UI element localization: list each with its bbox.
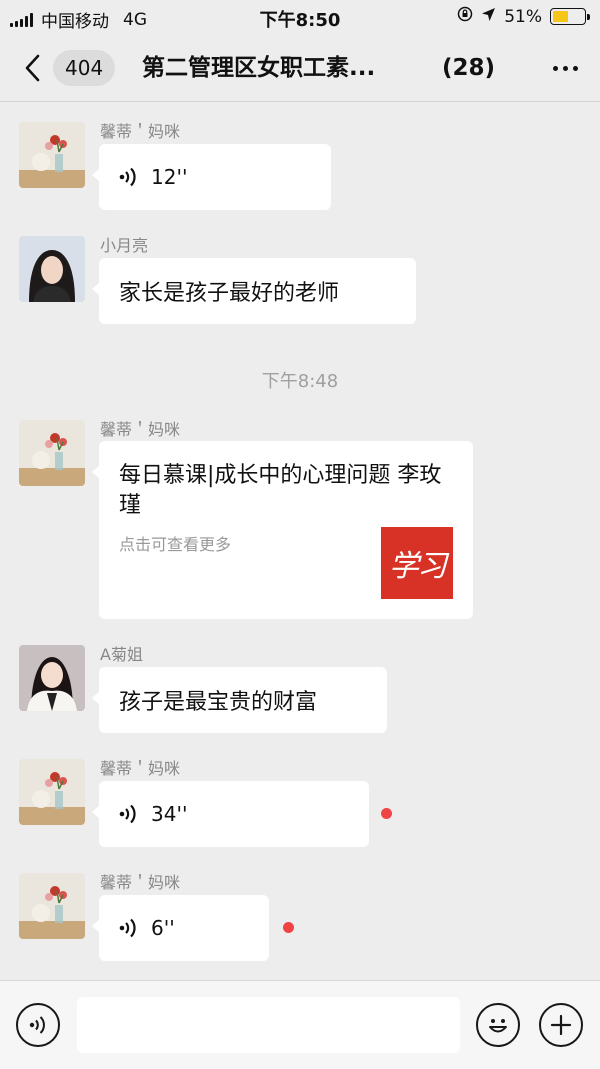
emoji-button[interactable]	[476, 1003, 520, 1047]
sender-name: 馨蒂＇妈咪	[100, 122, 181, 141]
voice-icon	[29, 1016, 45, 1034]
voice-message-bubble[interactable]: 34''	[92, 781, 369, 847]
voice-input-button[interactable]	[16, 1003, 60, 1047]
avatar[interactable]	[19, 759, 85, 825]
orientation-lock-icon	[457, 6, 473, 27]
text-message-bubble[interactable]: 孩子是最宝贵的财富	[92, 667, 387, 733]
unread-count-badge[interactable]: 404	[53, 50, 116, 86]
more-functions-button[interactable]	[539, 1003, 583, 1047]
more-options-button[interactable]	[553, 66, 578, 71]
link-card-title: 每日慕课|成长中的心理问题 李玫瑾	[119, 463, 442, 518]
battery-icon	[550, 8, 590, 25]
chevron-left-icon	[25, 54, 40, 82]
text-message-bubble[interactable]: 家长是孩子最好的老师	[92, 258, 416, 324]
chat-title: 第二管理区女职工素...	[142, 55, 376, 81]
avatar[interactable]	[19, 122, 85, 188]
voice-wave-icon	[119, 803, 139, 825]
avatar[interactable]	[19, 236, 85, 302]
member-count: (28)	[442, 55, 496, 81]
more-icon	[553, 66, 558, 71]
battery-percent: 51%	[504, 6, 542, 27]
time-divider: 下午8:48	[261, 371, 339, 392]
voice-wave-icon	[119, 166, 139, 188]
voice-duration: 6''	[151, 916, 175, 940]
plus-icon	[550, 1014, 572, 1036]
voice-duration: 34''	[151, 802, 188, 826]
unread-dot	[283, 922, 294, 933]
avatar[interactable]	[19, 645, 85, 711]
location-icon	[481, 7, 496, 27]
sender-name: 馨蒂＇妈咪	[100, 420, 181, 439]
voice-message-bubble[interactable]: 6''	[92, 895, 269, 961]
voice-message-bubble[interactable]: 12''	[92, 144, 331, 210]
sender-name: 小月亮	[100, 236, 149, 255]
link-card-thumbnail: 学习	[381, 527, 453, 599]
sender-name: 馨蒂＇妈咪	[100, 759, 181, 778]
smiley-icon	[489, 1019, 507, 1033]
unread-dot	[381, 808, 392, 819]
thumbnail-logo: 学习	[389, 549, 447, 584]
sender-name: A菊姐	[100, 645, 143, 664]
chat-header: 404 第二管理区女职工素... (28)	[0, 36, 600, 102]
back-button[interactable]	[20, 50, 44, 86]
message-input[interactable]	[77, 997, 460, 1053]
voice-wave-icon	[119, 917, 139, 939]
sender-name: 馨蒂＇妈咪	[100, 873, 181, 892]
avatar[interactable]	[19, 420, 85, 486]
avatar[interactable]	[19, 873, 85, 939]
status-bar: 中国移动 4G 下午8:50 51%	[0, 0, 600, 36]
input-bar	[0, 980, 600, 1069]
voice-duration: 12''	[151, 165, 188, 189]
link-card-bubble[interactable]: 每日慕课|成长中的心理问题 李玫瑾 点击可查看更多 学习	[92, 441, 473, 619]
